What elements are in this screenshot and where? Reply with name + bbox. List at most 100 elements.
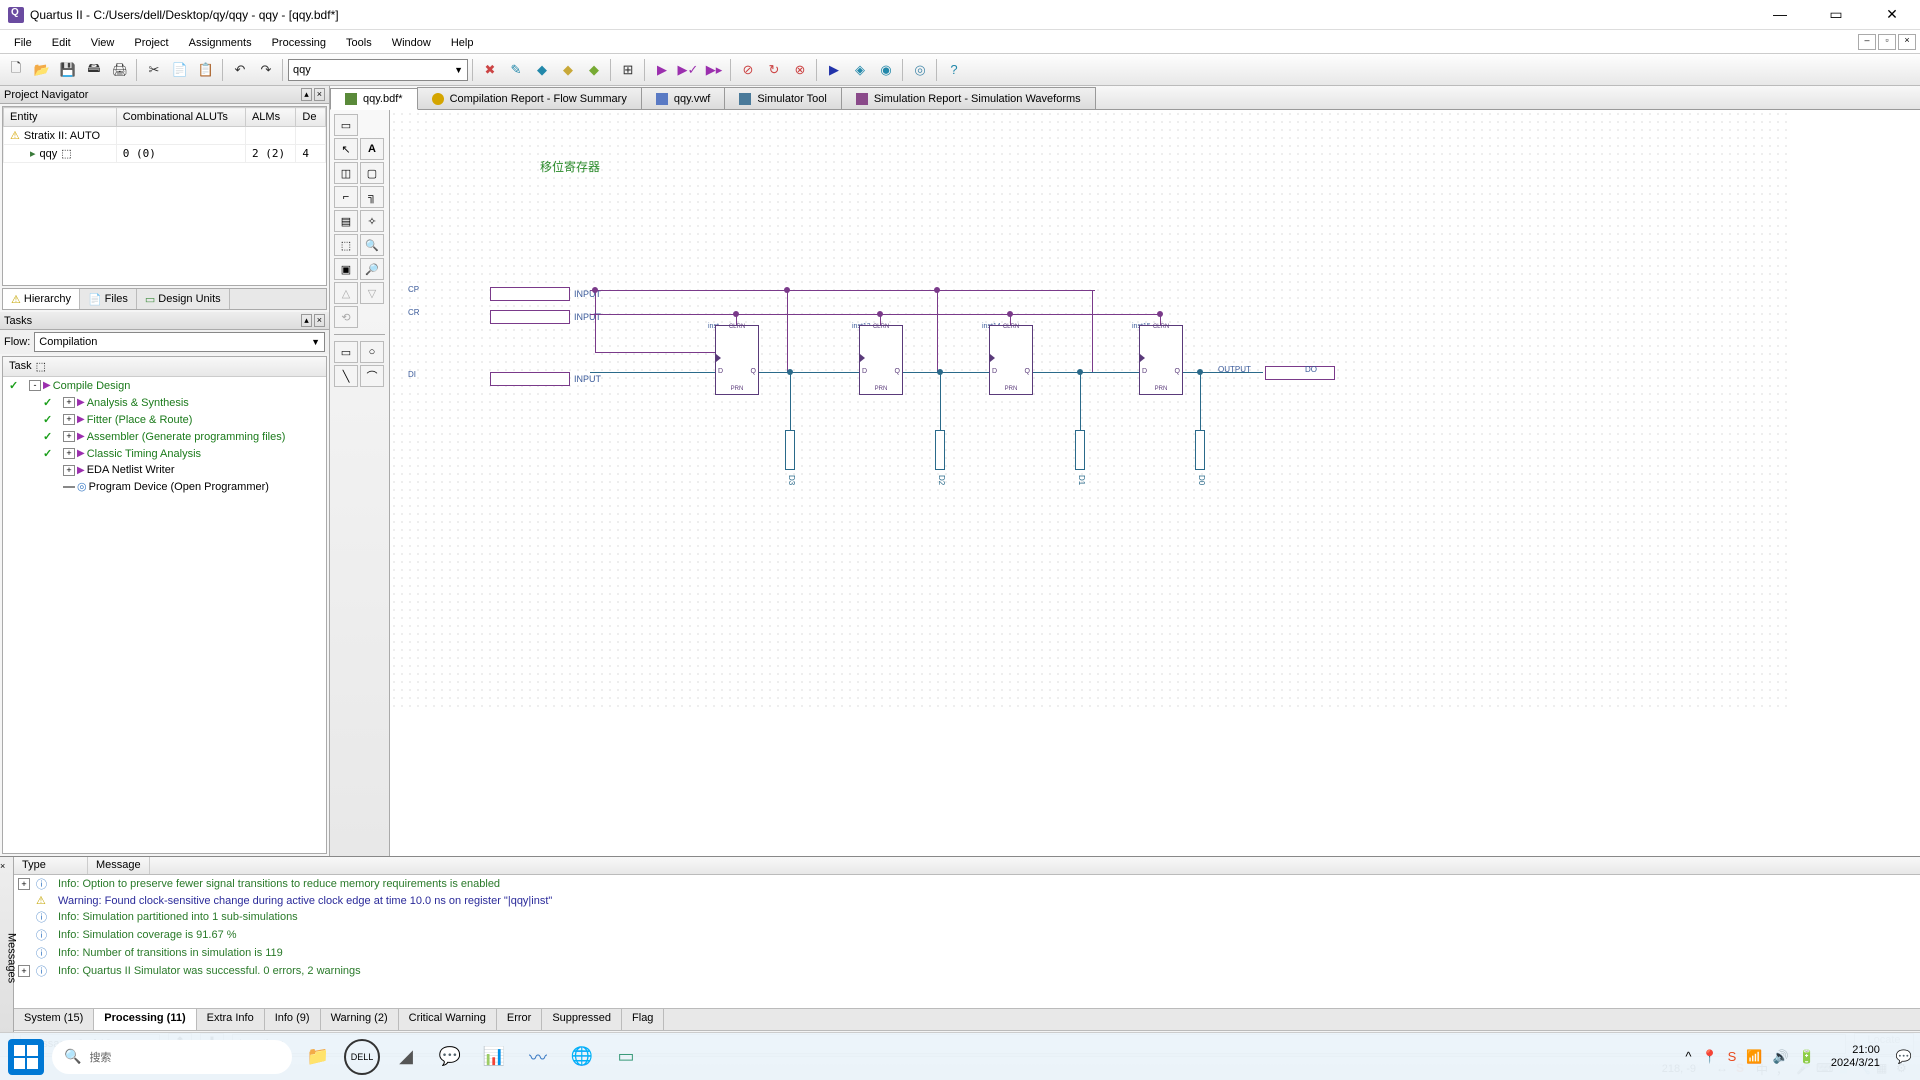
undo-icon[interactable]: ↶ (228, 58, 252, 82)
dff-1[interactable]: DQPRN (859, 325, 903, 395)
pin-di[interactable]: INPUT (490, 370, 601, 388)
block-tool2-icon[interactable]: ▢ (360, 162, 384, 184)
panel-close-icon[interactable]: × (314, 88, 325, 101)
msg-tab-0[interactable]: System (15) (14, 1009, 94, 1030)
output-pad-1[interactable] (935, 430, 945, 470)
task-row-5[interactable]: +▶EDA Netlist Writer (3, 462, 326, 478)
pointer-tool-icon[interactable]: ↖ (334, 138, 358, 160)
entity-select[interactable]: qqy ▼ (288, 59, 468, 81)
messages-close-icon[interactable]: × (0, 861, 5, 871)
menu-processing[interactable]: Processing (262, 32, 336, 52)
abort-icon[interactable]: ⊗ (788, 58, 812, 82)
output-pad-0[interactable] (785, 430, 795, 470)
pin-assign-icon[interactable]: ✎ (504, 58, 528, 82)
msg-row-0[interactable]: +ⓘInfo: Option to preserve fewer signal … (14, 875, 1920, 893)
messages-list[interactable]: +ⓘInfo: Option to preserve fewer signal … (14, 875, 1920, 1008)
tray-location-icon[interactable]: 📍 (1701, 1049, 1717, 1065)
menu-project[interactable]: Project (124, 32, 178, 52)
oval-shape-icon[interactable]: ○ (360, 341, 384, 363)
pin-do[interactable] (1265, 366, 1335, 380)
msg-tab-2[interactable]: Extra Info (197, 1009, 265, 1030)
dff-0[interactable]: DQPRN (715, 325, 759, 395)
taskbar-search[interactable]: 🔍 搜索 (52, 1040, 292, 1074)
open-file-icon[interactable]: 📂 (30, 58, 54, 82)
pin-cr[interactable]: INPUT (490, 308, 601, 326)
msg-col-message[interactable]: Message (88, 857, 150, 874)
symbol-tool-icon[interactable]: ◫ (334, 162, 358, 184)
copy-icon[interactable]: 📄 (168, 58, 192, 82)
orthogonal-bus-icon[interactable]: ╗ (360, 186, 384, 208)
msg-tab-1[interactable]: Processing (11) (94, 1009, 196, 1030)
block-tool-icon[interactable]: ▭ (334, 114, 358, 136)
redo-icon[interactable]: ↷ (254, 58, 278, 82)
task-expand-icon[interactable]: + (63, 397, 75, 408)
print-icon[interactable]: 🖨 (108, 58, 132, 82)
stop-icon[interactable]: ⊘ (736, 58, 760, 82)
timing-icon[interactable]: ⊞ (616, 58, 640, 82)
msg-tab-7[interactable]: Suppressed (542, 1009, 622, 1030)
msg-tab-8[interactable]: Flag (622, 1009, 664, 1030)
task-expand-icon[interactable]: + (63, 465, 75, 476)
tray-battery-icon[interactable]: 🔋 (1799, 1049, 1815, 1065)
new-file-icon[interactable]: 🗋 (4, 58, 28, 82)
full-screen-icon[interactable]: ▣ (334, 258, 358, 280)
task-row-1[interactable]: ✓+▶Analysis & Synthesis (3, 394, 326, 411)
settings-dialog-icon[interactable]: ✖ (478, 58, 502, 82)
col-de[interactable]: De (296, 108, 326, 127)
help-icon[interactable]: ? (942, 58, 966, 82)
task-row-4[interactable]: ✓+▶Classic Timing Analysis (3, 445, 326, 462)
app-icon-3[interactable]: 🌐 (564, 1039, 600, 1075)
tasks-pin-icon[interactable]: ▴ (301, 314, 312, 327)
dell-icon[interactable]: DELL (344, 1039, 380, 1075)
msg-row-3[interactable]: ⓘInfo: Simulation coverage is 91.67 % (14, 926, 1920, 944)
msg-row-2[interactable]: ⓘInfo: Simulation partitioned into 1 sub… (14, 908, 1920, 926)
flow-select[interactable]: Compilation ▼ (34, 332, 325, 352)
conduit-tool-icon[interactable]: ▤ (334, 210, 358, 232)
chip-planner2-icon[interactable]: ◆ (556, 58, 580, 82)
menu-assignments[interactable]: Assignments (179, 32, 262, 52)
mdi-minimize-icon[interactable]: – (1858, 34, 1876, 50)
wechat-icon[interactable]: 💬 (432, 1039, 468, 1075)
doc-tab-3[interactable]: Simulator Tool (724, 87, 842, 109)
menu-edit[interactable]: Edit (42, 32, 81, 52)
nav-device[interactable]: Stratix II: AUTO (24, 130, 100, 142)
gate-sim-icon[interactable]: ◈ (848, 58, 872, 82)
menu-window[interactable]: Window (382, 32, 441, 52)
simulate-icon[interactable]: ▶ (822, 58, 846, 82)
timing-sim-icon[interactable]: ◉ (874, 58, 898, 82)
col-settings-icon[interactable]: ⬚ (36, 360, 46, 373)
flip-v-icon[interactable]: ▽ (360, 282, 384, 304)
col-alms[interactable]: ALMs (245, 108, 295, 127)
rubberband-icon[interactable]: ⬚ (334, 234, 358, 256)
dff-3[interactable]: DQPRN (1139, 325, 1183, 395)
tray-notification-icon[interactable]: 💬 (1896, 1049, 1912, 1065)
tray-sogou-icon[interactable]: S (1728, 1049, 1737, 1064)
mdi-close-icon[interactable]: × (1898, 34, 1916, 50)
start-analysis-icon[interactable]: ▶✓ (676, 58, 700, 82)
doc-tab-0[interactable]: qqy.bdf* (330, 88, 418, 110)
doc-tab-1[interactable]: Compilation Report - Flow Summary (417, 87, 642, 109)
task-expand-icon[interactable]: + (63, 414, 75, 425)
output-pad-3[interactable] (1195, 430, 1205, 470)
task-expand-icon[interactable]: + (63, 448, 75, 459)
diagonal-icon[interactable]: ✧ (360, 210, 384, 232)
chip-planner-icon[interactable]: ◆ (530, 58, 554, 82)
task-expand-icon[interactable]: + (63, 431, 75, 442)
task-row-3[interactable]: ✓+▶Assembler (Generate programming files… (3, 428, 326, 445)
autodesk-icon[interactable]: ◢ (388, 1039, 424, 1075)
doc-tab-2[interactable]: qqy.vwf (641, 87, 725, 109)
tab-design-units[interactable]: ▭Design Units (137, 289, 230, 309)
orthogonal-node-icon[interactable]: ⌐ (334, 186, 358, 208)
col-aluts[interactable]: Combinational ALUTs (116, 108, 245, 127)
restart-icon[interactable]: ↻ (762, 58, 786, 82)
app-icon-2[interactable]: 〰 (520, 1039, 556, 1075)
tray-volume-icon[interactable]: 🔊 (1773, 1049, 1789, 1065)
chip-planner3-icon[interactable]: ◆ (582, 58, 606, 82)
rotate-icon[interactable]: ⟲ (334, 306, 358, 328)
minimize-button[interactable]: — (1760, 6, 1800, 23)
msg-tab-5[interactable]: Critical Warning (399, 1009, 497, 1030)
panel-pin-icon[interactable]: ▴ (301, 88, 312, 101)
zoom-tool-icon[interactable]: 🔍 (360, 234, 384, 256)
programmer-icon[interactable]: ◎ (908, 58, 932, 82)
col-entity[interactable]: Entity (4, 108, 117, 127)
